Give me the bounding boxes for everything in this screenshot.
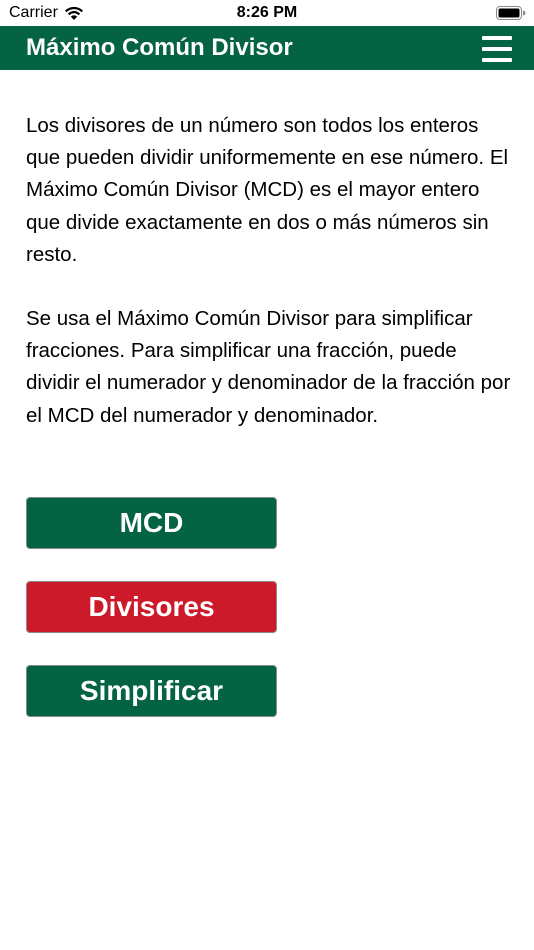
page-title: Máximo Común Divisor (26, 34, 293, 61)
app-screen: Carrier 8:26 PM Máximo Común Divisor Los… (0, 0, 534, 950)
status-time: 8:26 PM (236, 4, 298, 21)
nav-bar: Máximo Común Divisor (0, 26, 534, 70)
mcd-button[interactable]: MCD (26, 497, 277, 549)
status-bar: Carrier 8:26 PM (0, 0, 534, 26)
usage-paragraph: Se usa el Máximo Común Divisor para simp… (26, 307, 511, 427)
hamburger-menu-icon[interactable] (482, 36, 512, 62)
simplificar-button[interactable]: Simplificar (26, 665, 277, 717)
divisores-button[interactable]: Divisores (26, 581, 277, 633)
content-area: Los divisores de un número son todos los… (26, 110, 512, 432)
battery-icon (496, 6, 526, 20)
description-paragraph: Los divisores de un número son todos los… (26, 114, 509, 266)
